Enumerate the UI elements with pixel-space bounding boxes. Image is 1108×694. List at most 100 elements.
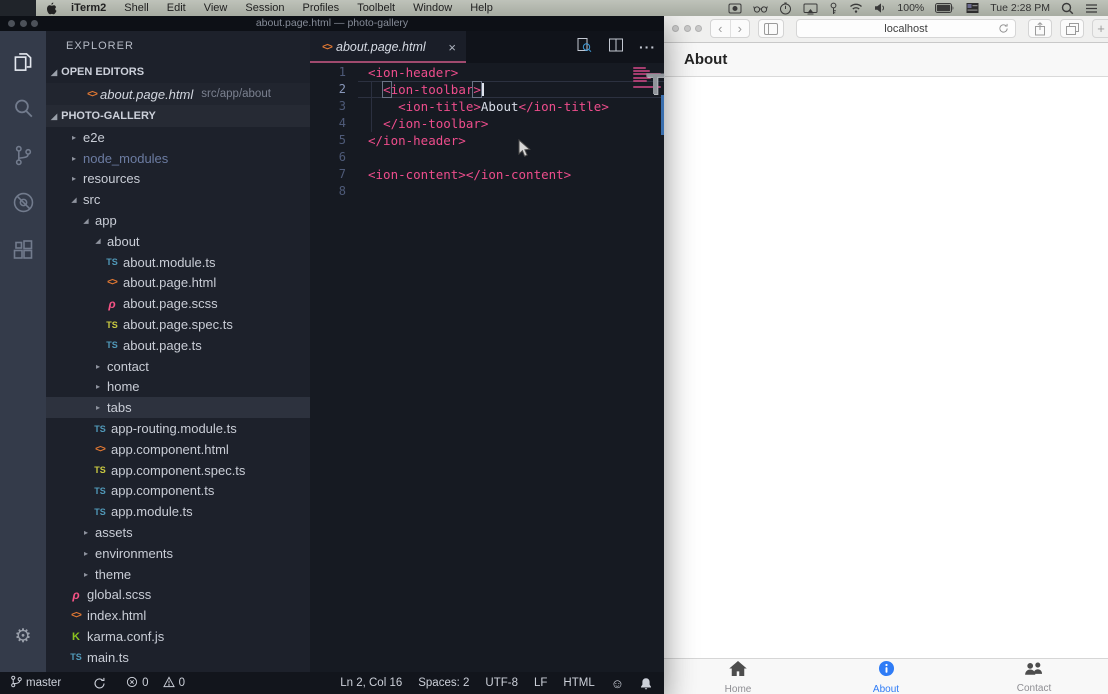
tree-item-contact[interactable]: ▸contact — [46, 356, 310, 377]
address-bar[interactable]: localhost — [796, 19, 1016, 38]
tree-item-about[interactable]: ◢about — [46, 231, 310, 252]
code-line-2[interactable]: 2 <ion-toolbar> — [310, 81, 664, 98]
key-icon[interactable] — [829, 2, 838, 15]
open-editor-item[interactable]: <> about.page.html src/app/about — [46, 83, 310, 105]
code-line-8[interactable]: 8 — [310, 183, 664, 200]
reload-icon[interactable] — [998, 23, 1009, 34]
menu-edit[interactable]: Edit — [167, 2, 186, 14]
open-editors-section-header[interactable]: ◢ OPEN EDITORS — [46, 61, 310, 83]
feedback-smiley-icon[interactable]: ☺ — [611, 676, 624, 691]
tree-item-app-routing-module-ts[interactable]: TSapp-routing.module.ts — [46, 418, 310, 439]
spotlight-icon[interactable] — [1061, 2, 1074, 15]
minimap[interactable] — [630, 63, 664, 672]
tree-item-app[interactable]: ◢app — [46, 210, 310, 231]
split-editor-icon[interactable] — [607, 36, 625, 59]
menu-profiles[interactable]: Profiles — [303, 2, 340, 14]
tree-item-app-component-html[interactable]: <>app.component.html — [46, 439, 310, 460]
screen-record-icon[interactable] — [728, 2, 742, 15]
tree-item-about-page-scss[interactable]: ρabout.page.scss — [46, 293, 310, 314]
tree-item-src[interactable]: ◢src — [46, 189, 310, 210]
project-section-header[interactable]: ◢ PHOTO-GALLERY — [46, 105, 310, 127]
code-line-6[interactable]: 6 — [310, 149, 664, 166]
tree-item-app-module-ts[interactable]: TSapp.module.ts — [46, 501, 310, 522]
code-line-4[interactable]: 4 </ion-toolbar> — [310, 115, 664, 132]
code-line-1[interactable]: 1<ion-header> — [310, 64, 664, 81]
tree-item-node-modules[interactable]: ▸node_modules — [46, 148, 310, 169]
close-window-button[interactable] — [672, 25, 679, 32]
display-mirroring-icon[interactable] — [803, 2, 818, 15]
code-line-3[interactable]: 3 <ion-title>About</ion-title> — [310, 98, 664, 115]
tree-item-global-scss[interactable]: ρglobal.scss — [46, 585, 310, 606]
close-tab-icon[interactable]: × — [448, 40, 456, 55]
tab-overview-button[interactable] — [1060, 19, 1084, 38]
activity-explorer-icon[interactable] — [0, 38, 46, 85]
tree-item-assets[interactable]: ▸assets — [46, 522, 310, 543]
tree-item-karma-conf-js[interactable]: Kkarma.conf.js — [46, 626, 310, 647]
notification-center-icon[interactable] — [1085, 3, 1098, 14]
status-spaces[interactable]: Spaces: 2 — [418, 677, 469, 689]
sync-changes-button[interactable] — [93, 677, 106, 690]
status-html[interactable]: HTML — [563, 677, 594, 689]
vscode-window-controls[interactable] — [8, 20, 38, 27]
new-tab-button[interactable]: + — [1092, 19, 1108, 38]
menu-help[interactable]: Help — [470, 2, 493, 14]
tree-item-theme[interactable]: ▸theme — [46, 564, 310, 585]
app-tab-about[interactable]: About — [812, 659, 960, 694]
share-button[interactable] — [1028, 19, 1052, 38]
sidebar-toggle-button[interactable] — [758, 19, 784, 38]
apple-menu-icon[interactable] — [46, 2, 57, 15]
activity-source-control-icon[interactable] — [0, 132, 46, 179]
errors-indicator[interactable]: 0 — [126, 676, 148, 691]
forward-button[interactable]: › — [731, 20, 750, 37]
editor-tab-about-page-html[interactable]: <> about.page.html × — [310, 31, 466, 63]
minimize-window-button[interactable] — [20, 20, 27, 27]
tree-item-e2e[interactable]: ▸e2e — [46, 127, 310, 148]
status-lf[interactable]: LF — [534, 677, 547, 689]
close-window-button[interactable] — [8, 20, 15, 27]
menu-toolbelt[interactable]: Toolbelt — [357, 2, 395, 14]
tree-item-main-ts[interactable]: TSmain.ts — [46, 647, 310, 668]
safari-window-controls[interactable] — [672, 25, 702, 32]
tree-item-app-component-ts[interactable]: TSapp.component.ts — [46, 481, 310, 502]
code-editor[interactable]: 1<ion-header>2 <ion-toolbar>3 <ion-title… — [310, 63, 664, 672]
menu-window[interactable]: Window — [413, 2, 452, 14]
input-flag-icon[interactable] — [966, 2, 979, 14]
notifications-bell-icon[interactable] — [640, 677, 652, 690]
tree-item-tabs[interactable]: ▸tabs — [46, 397, 310, 418]
warnings-indicator[interactable]: 0 — [163, 676, 185, 691]
git-branch-indicator[interactable]: master — [10, 675, 61, 691]
tree-item-about-module-ts[interactable]: TSabout.module.ts — [46, 252, 310, 273]
menu-shell[interactable]: Shell — [124, 2, 148, 14]
volume-icon[interactable] — [874, 2, 886, 14]
zoom-window-button[interactable] — [695, 25, 702, 32]
code-line-7[interactable]: 7<ion-content></ion-content> — [310, 166, 664, 183]
glasses-icon[interactable] — [753, 2, 768, 15]
more-actions-icon[interactable]: ··· — [639, 39, 656, 55]
tree-item-resources[interactable]: ▸resources — [46, 169, 310, 190]
menu-app-name[interactable]: iTerm2 — [71, 2, 106, 14]
tree-item-home[interactable]: ▸home — [46, 377, 310, 398]
tree-item-environments[interactable]: ▸environments — [46, 543, 310, 564]
settings-gear-icon[interactable]: ⚙ — [0, 613, 46, 660]
tree-item-about-page-spec-ts[interactable]: TSabout.page.spec.ts — [46, 314, 310, 335]
code-line-5[interactable]: 5</ion-header> — [310, 132, 664, 149]
menu-view[interactable]: View — [204, 2, 228, 14]
activity-debug-icon[interactable] — [0, 179, 46, 226]
battery-icon[interactable] — [935, 2, 955, 14]
status-utf-8[interactable]: UTF-8 — [485, 677, 518, 689]
minimize-window-button[interactable] — [684, 25, 691, 32]
zoom-window-button[interactable] — [31, 20, 38, 27]
app-tab-home[interactable]: Home — [664, 659, 812, 694]
timer-icon[interactable] — [779, 2, 792, 15]
tree-item-about-page-html[interactable]: <>about.page.html — [46, 273, 310, 294]
app-tab-contact[interactable]: Contact — [960, 659, 1108, 694]
activity-search-icon[interactable] — [0, 85, 46, 132]
back-button[interactable]: ‹ — [711, 20, 731, 37]
tree-item-index-html[interactable]: <>index.html — [46, 605, 310, 626]
tree-item-about-page-ts[interactable]: TSabout.page.ts — [46, 335, 310, 356]
status-ln[interactable]: Ln 2, Col 16 — [340, 677, 402, 689]
activity-extensions-icon[interactable] — [0, 226, 46, 273]
tree-item-app-component-spec-ts[interactable]: TSapp.component.spec.ts — [46, 460, 310, 481]
open-preview-icon[interactable] — [575, 36, 593, 59]
wifi-icon[interactable] — [849, 2, 863, 14]
